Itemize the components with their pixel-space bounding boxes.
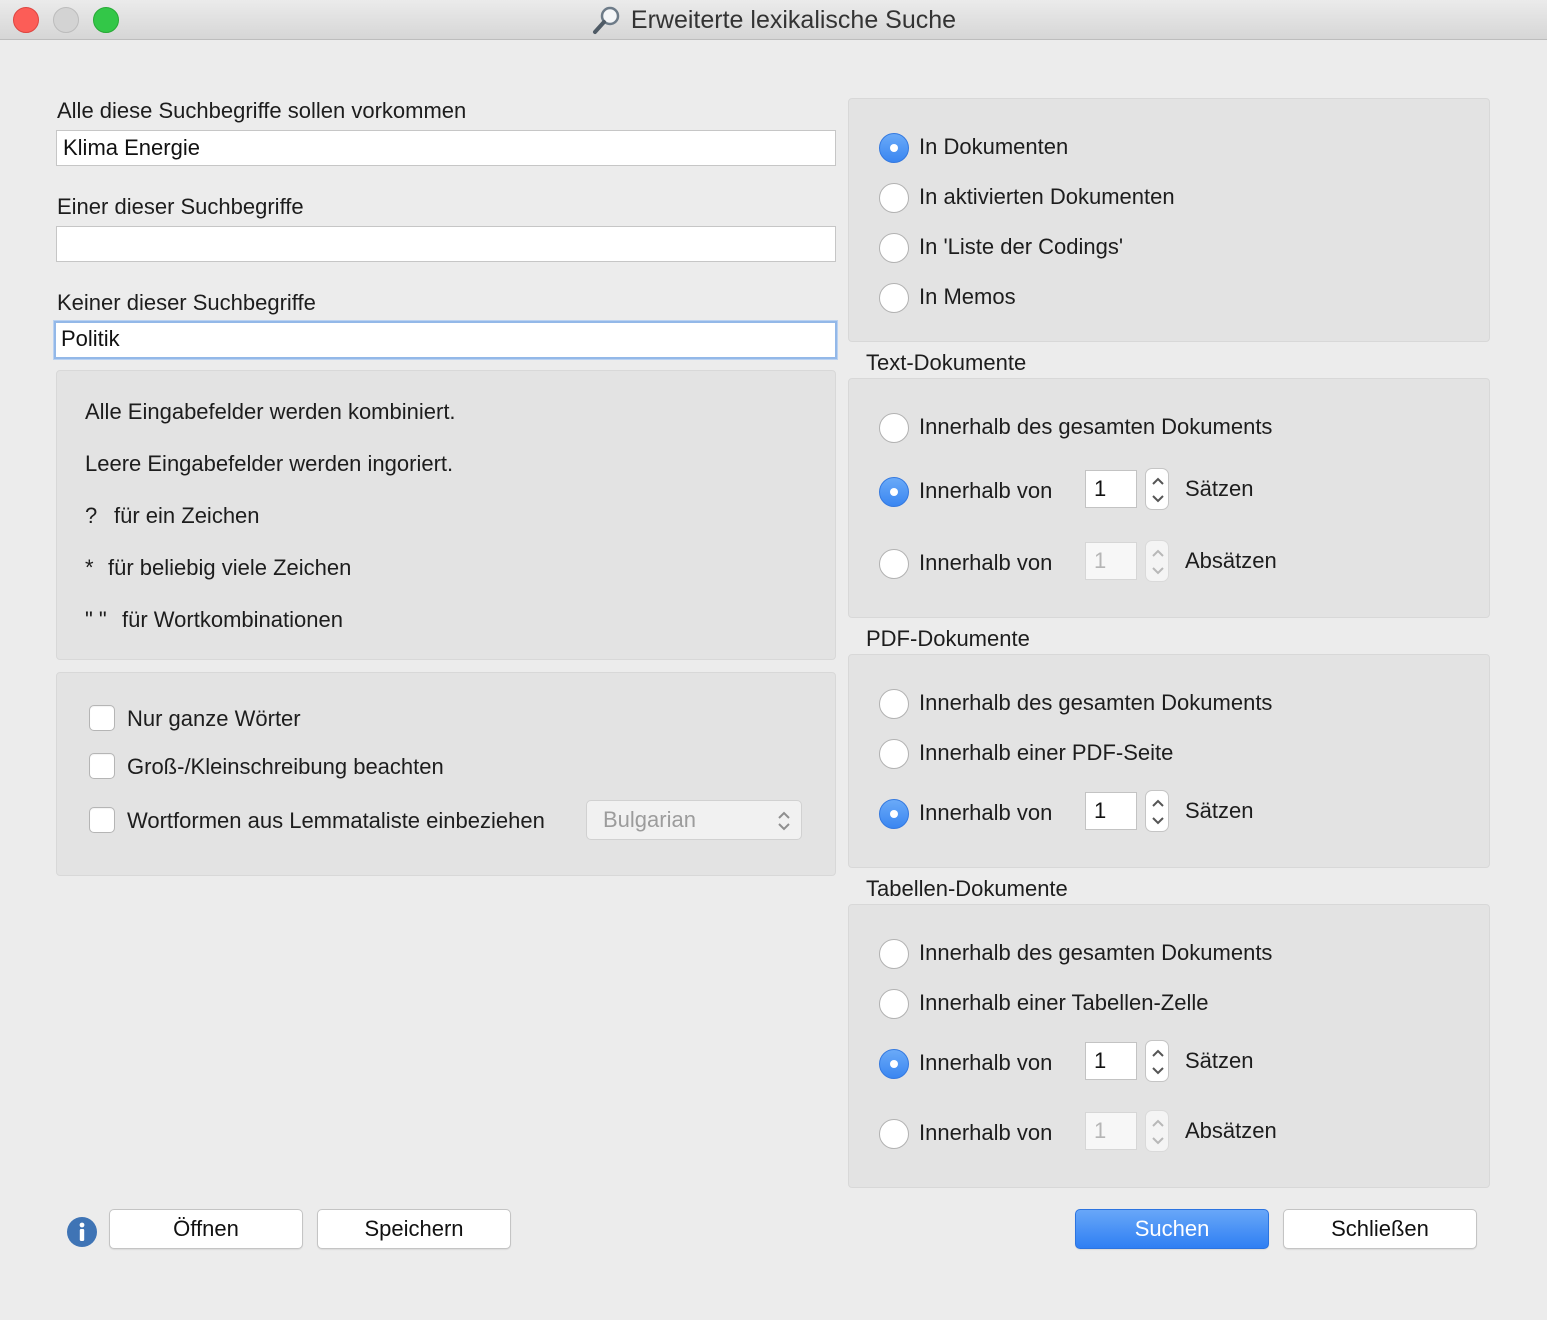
scope-in-memos-radio[interactable] — [879, 283, 909, 313]
language-select-value: Bulgarian — [603, 807, 696, 832]
table-within-sentences-label: Innerhalb von — [919, 1050, 1053, 1075]
any-terms-input[interactable] — [56, 226, 836, 262]
table-cell-radio[interactable] — [879, 989, 909, 1019]
table-whole-doc-label: Innerhalb des gesamten Dokuments — [919, 940, 1273, 965]
pdf-sentences-count[interactable]: 1 — [1085, 792, 1137, 830]
hint-star-symbol: * — [85, 555, 94, 580]
pdf-docs-panel: Innerhalb des gesamten Dokuments Innerha… — [848, 654, 1490, 868]
close-button[interactable]: Schließen — [1283, 1209, 1477, 1249]
hint-star-text: für beliebig viele Zeichen — [108, 555, 352, 580]
lemma-checkbox[interactable] — [89, 807, 115, 833]
scope-in-documents-label: In Dokumenten — [919, 134, 1069, 159]
text-paragraphs-unit: Absätzen — [1185, 548, 1277, 573]
info-icon[interactable] — [66, 1216, 98, 1248]
lemma-label: Wortformen aus Lemmataliste einbeziehen — [127, 808, 545, 833]
text-within-paragraphs-radio[interactable] — [879, 549, 909, 579]
pdf-docs-heading: PDF-Dokumente — [866, 626, 1030, 651]
updown-chevron-icon — [1152, 549, 1164, 575]
hint-quote-symbol: " " — [85, 607, 107, 632]
pdf-whole-doc-label: Innerhalb des gesamten Dokuments — [919, 690, 1273, 715]
options-panel: Nur ganze Wörter Groß-/Kleinschreibung b… — [56, 672, 836, 876]
pdf-page-label: Innerhalb einer PDF-Seite — [919, 740, 1174, 765]
case-sensitive-label: Groß-/Kleinschreibung beachten — [127, 754, 444, 779]
pdf-sentences-unit: Sätzen — [1185, 798, 1254, 823]
text-within-sentences-radio[interactable] — [879, 477, 909, 507]
open-button[interactable]: Öffnen — [109, 1209, 303, 1249]
hint-combined: Alle Eingabefelder werden kombiniert. — [85, 399, 456, 424]
text-sentences-count[interactable]: 1 — [1085, 470, 1137, 508]
text-within-sentences-label: Innerhalb von — [919, 478, 1053, 503]
all-terms-input[interactable]: Klima Energie — [56, 130, 836, 166]
hint-question-text: für ein Zeichen — [114, 503, 260, 528]
all-terms-label: Alle diese Suchbegriffe sollen vorkommen — [57, 98, 467, 123]
any-terms-label: Einer dieser Suchbegriffe — [57, 194, 304, 219]
text-docs-panel: Innerhalb des gesamten Dokuments Innerha… — [848, 378, 1490, 618]
updown-chevron-icon — [778, 811, 790, 831]
table-paragraphs-count[interactable]: 1 — [1085, 1112, 1137, 1150]
table-sentences-unit: Sätzen — [1185, 1048, 1254, 1073]
search-button[interactable]: Suchen — [1075, 1209, 1269, 1249]
table-docs-panel: Innerhalb des gesamten Dokuments Innerha… — [848, 904, 1490, 1188]
save-button[interactable]: Speichern — [317, 1209, 511, 1249]
table-sentences-count[interactable]: 1 — [1085, 1042, 1137, 1080]
table-sentences-stepper[interactable] — [1145, 1040, 1169, 1082]
pdf-page-radio[interactable] — [879, 739, 909, 769]
updown-chevron-icon — [1152, 1049, 1164, 1075]
updown-chevron-icon — [1152, 477, 1164, 503]
text-sentences-stepper[interactable] — [1145, 468, 1169, 510]
table-paragraphs-stepper[interactable] — [1145, 1110, 1169, 1152]
scope-in-documents-radio[interactable] — [879, 133, 909, 163]
hint-quote-text: für Wortkombinationen — [122, 607, 343, 632]
updown-chevron-icon — [1152, 799, 1164, 825]
whole-words-checkbox[interactable] — [89, 705, 115, 731]
none-terms-label: Keiner dieser Suchbegriffe — [57, 290, 316, 315]
table-docs-heading: Tabellen-Dokumente — [866, 876, 1068, 901]
hint-empty-ignored: Leere Eingabefelder werden ingoriert. — [85, 451, 454, 476]
table-whole-doc-radio[interactable] — [879, 939, 909, 969]
window-title: Erweiterte lexikalische Suche — [630, 5, 957, 34]
table-within-paragraphs-radio[interactable] — [879, 1119, 909, 1149]
pdf-whole-doc-radio[interactable] — [879, 689, 909, 719]
none-terms-input[interactable]: Politik — [54, 321, 837, 359]
pdf-sentences-stepper[interactable] — [1145, 790, 1169, 832]
scope-in-codings-radio[interactable] — [879, 233, 909, 263]
text-paragraphs-count[interactable]: 1 — [1085, 542, 1137, 580]
table-paragraphs-unit: Absätzen — [1185, 1118, 1277, 1143]
scope-in-codings-label: In 'Liste der Codings' — [919, 234, 1124, 259]
title-bar: Erweiterte lexikalische Suche — [0, 0, 1547, 40]
pdf-within-sentences-radio[interactable] — [879, 799, 909, 829]
scope-in-memos-label: In Memos — [919, 284, 1016, 309]
scope-in-activated-radio[interactable] — [879, 183, 909, 213]
hints-panel: Alle Eingabefelder werden kombiniert. Le… — [56, 370, 836, 660]
table-cell-label: Innerhalb einer Tabellen-Zelle — [919, 990, 1209, 1015]
text-paragraphs-stepper[interactable] — [1145, 540, 1169, 582]
text-whole-doc-label: Innerhalb des gesamten Dokuments — [919, 414, 1273, 439]
magnifier-icon — [592, 6, 620, 34]
table-within-paragraphs-label: Innerhalb von — [919, 1120, 1053, 1145]
table-within-sentences-radio[interactable] — [879, 1049, 909, 1079]
pdf-within-sentences-label: Innerhalb von — [919, 800, 1053, 825]
scope-panel: In Dokumenten In aktivierten Dokumenten … — [848, 98, 1490, 342]
whole-words-label: Nur ganze Wörter — [127, 706, 301, 731]
language-select[interactable]: Bulgarian — [586, 800, 802, 840]
text-docs-heading: Text-Dokumente — [866, 350, 1027, 375]
text-whole-doc-radio[interactable] — [879, 413, 909, 443]
dialog-window: Erweiterte lexikalische Suche Alle diese… — [0, 0, 1547, 1320]
case-sensitive-checkbox[interactable] — [89, 753, 115, 779]
text-sentences-unit: Sätzen — [1185, 476, 1254, 501]
scope-in-activated-label: In aktivierten Dokumenten — [919, 184, 1175, 209]
hint-question-symbol: ? — [85, 503, 98, 528]
text-within-paragraphs-label: Innerhalb von — [919, 550, 1053, 575]
updown-chevron-icon — [1152, 1119, 1164, 1145]
